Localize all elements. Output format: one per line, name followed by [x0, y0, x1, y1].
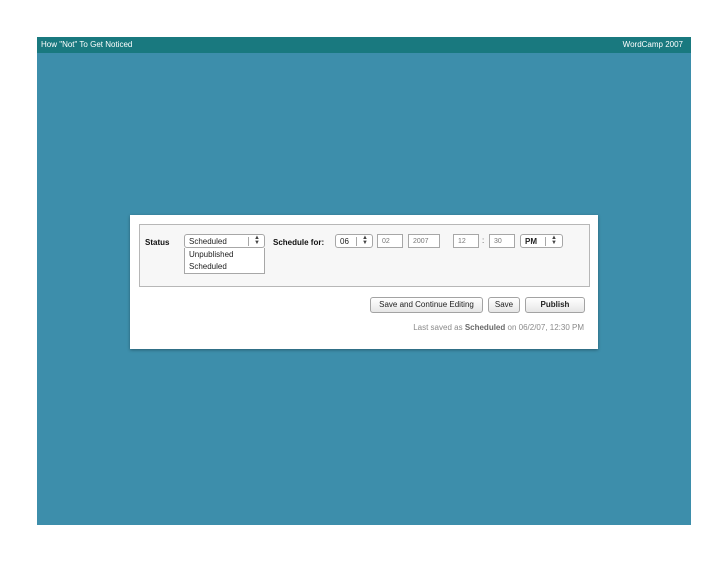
- select-divider: [545, 237, 546, 246]
- save-continue-button[interactable]: Save and Continue Editing: [370, 297, 483, 313]
- last-saved-state: Scheduled: [464, 323, 506, 332]
- select-divider: [248, 237, 249, 246]
- updown-arrows-icon: ▲ ▼: [254, 235, 260, 246]
- status-select-value: Scheduled: [189, 237, 227, 246]
- status-option-scheduled[interactable]: Scheduled: [189, 262, 227, 271]
- month-select[interactable]: 06 ▲ ▼: [335, 234, 373, 248]
- day-field[interactable]: 02: [377, 234, 403, 248]
- minute-value: 30: [494, 238, 502, 245]
- year-field[interactable]: 2007: [408, 234, 440, 248]
- minute-field[interactable]: 30: [489, 234, 515, 248]
- publish-panel: Status Scheduled ▲ ▼ Unpublished Schedule…: [130, 215, 598, 349]
- time-colon: :: [482, 236, 485, 245]
- hour-value: 12: [458, 238, 466, 245]
- status-select[interactable]: Scheduled ▲ ▼: [184, 234, 265, 248]
- schedule-label: Schedule for:: [273, 238, 325, 247]
- status-option-unpublished[interactable]: Unpublished: [189, 250, 233, 259]
- select-divider: [356, 237, 357, 246]
- year-value: 2007: [413, 238, 429, 245]
- slide-title: How "Not" To Get Noticed: [41, 40, 133, 49]
- status-dropdown-list: Unpublished Scheduled: [184, 248, 265, 274]
- slide-event: WordCamp 2007: [622, 40, 683, 49]
- slide-header: How "Not" To Get Noticed WordCamp 2007: [37, 37, 691, 53]
- publish-button[interactable]: Publish: [525, 297, 585, 313]
- save-button[interactable]: Save: [488, 297, 520, 313]
- updown-arrows-icon: ▲ ▼: [362, 235, 368, 246]
- last-saved-status: Last saved as Scheduled on 06/2/07, 12:3…: [413, 323, 584, 332]
- last-saved-prefix: Last saved as: [413, 323, 463, 332]
- updown-arrows-icon: ▲ ▼: [551, 235, 557, 246]
- slide: How "Not" To Get Noticed WordCamp 2007 S…: [37, 37, 691, 525]
- month-value: 06: [340, 237, 349, 246]
- last-saved-suffix: on 06/2/07, 12:30 PM: [507, 323, 585, 332]
- status-label: Status: [145, 238, 170, 247]
- ampm-select[interactable]: PM ▲ ▼: [520, 234, 563, 248]
- ampm-value: PM: [525, 237, 537, 246]
- hour-field[interactable]: 12: [453, 234, 479, 248]
- schedule-box: Status Scheduled ▲ ▼ Unpublished Schedule…: [139, 224, 590, 287]
- day-value: 02: [382, 238, 390, 245]
